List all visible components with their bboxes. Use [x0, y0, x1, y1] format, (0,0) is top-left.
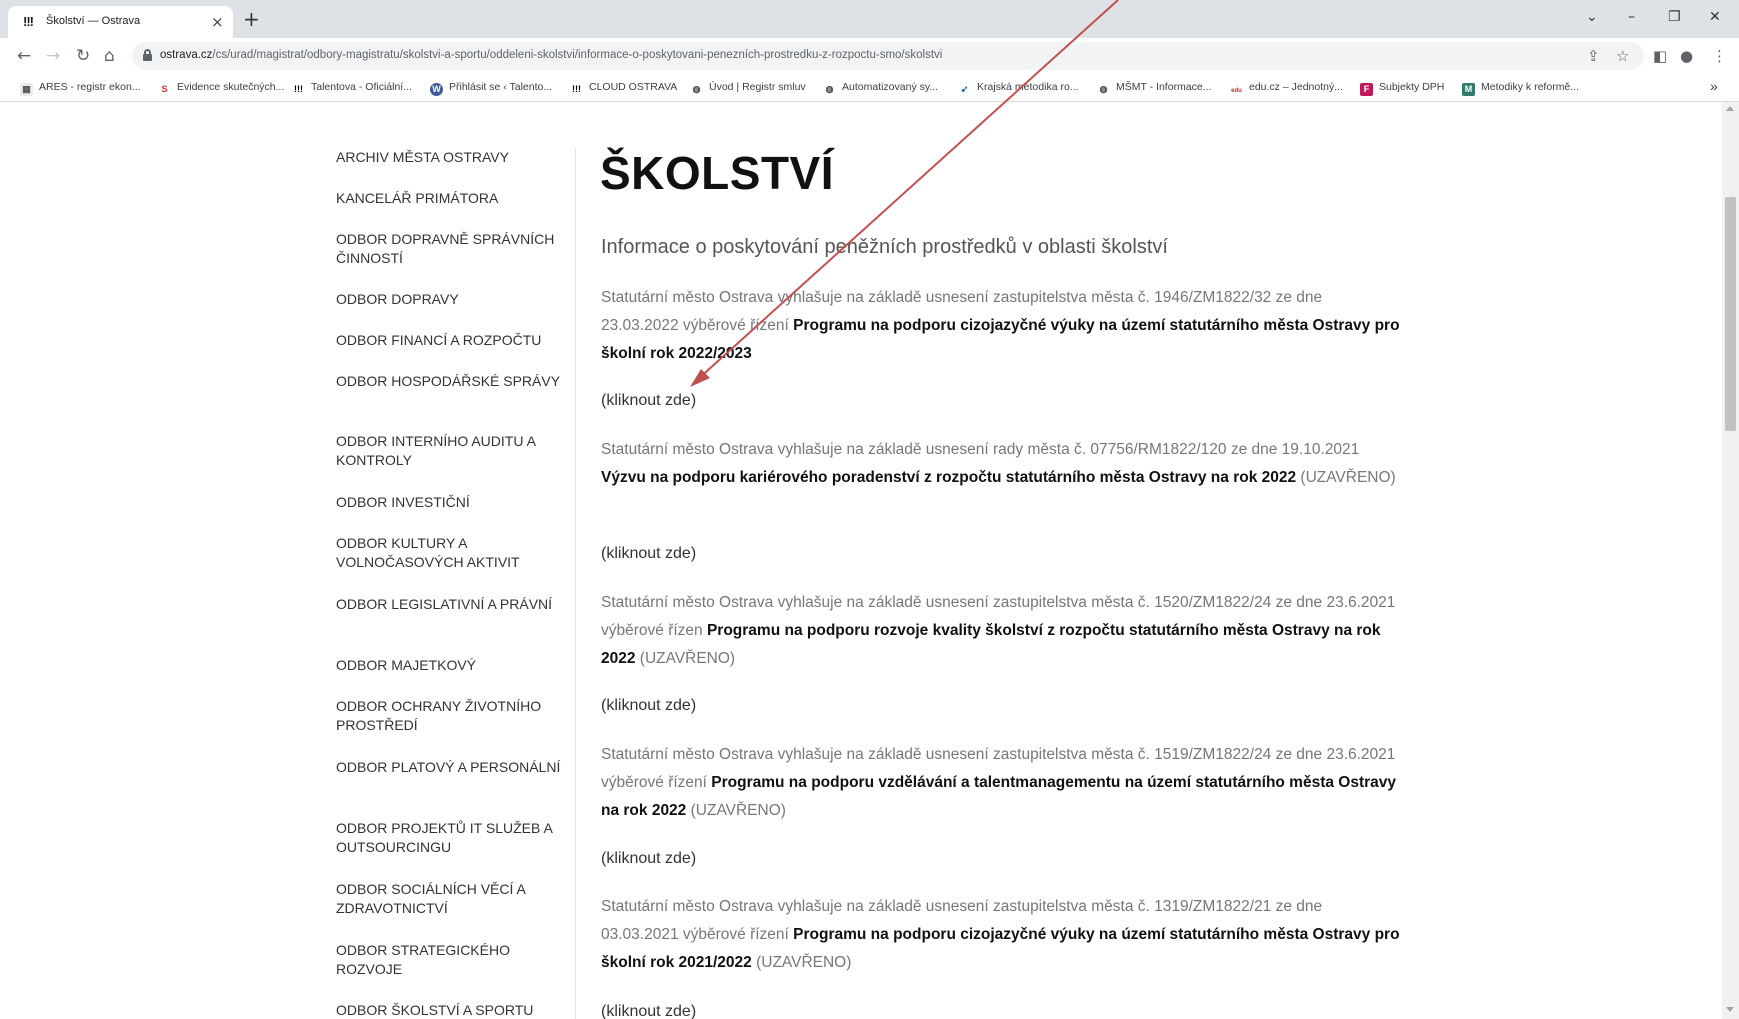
- tab-close-icon[interactable]: ×: [211, 13, 224, 31]
- bookmark-item[interactable]: ◍ Automatizovaný sy...: [823, 81, 939, 96]
- bookmark-item[interactable]: ◍ Úvod | Registr smluv: [690, 81, 806, 96]
- annotation-arrow-icon: [690, 0, 1119, 387]
- sidebar-divider: [575, 148, 576, 1019]
- ares-icon: ▦: [20, 83, 33, 96]
- entry-link[interactable]: (kliknout zde): [601, 545, 696, 563]
- sidebar-item-investicni[interactable]: ODBOR INVESTIČNÍ: [336, 493, 566, 512]
- reload-icon[interactable]: ↻: [76, 46, 90, 66]
- scroll-thumb[interactable]: [1725, 197, 1736, 431]
- scroll-up-icon[interactable]: [1726, 106, 1734, 111]
- ostrava-icon: !!!: [572, 84, 581, 94]
- sidebar-item-kultury[interactable]: ODBOR KULTURY A VOLNOČASOVÝCH AKTIVIT: [336, 534, 566, 572]
- tab-search-icon[interactable]: ⌄: [1586, 9, 1598, 25]
- bookmarks-bar: ▦ ARES - registr ekon... S Evidence skuteč…: [0, 74, 1739, 102]
- bookmark-item[interactable]: !!! CLOUD OSTRAVA: [570, 81, 677, 96]
- ostrava-icon: !!!: [294, 84, 303, 94]
- browser-tab[interactable]: !!! Školství — Ostrava ×: [8, 6, 233, 38]
- entry-text: Statutární město Ostrava vyhlašuje na zá…: [601, 893, 1401, 977]
- entry-program: Výzvu na podporu kariérového poradenství…: [601, 469, 1297, 486]
- side-panel-icon[interactable]: ◧: [1653, 47, 1667, 65]
- bookmark-item[interactable]: ◍ MŠMT - Informace...: [1097, 81, 1212, 96]
- sidebar-item-kancelar[interactable]: KANCELÁŘ PRIMÁTORA: [336, 189, 566, 208]
- bookmark-item[interactable]: S Evidence skutečných...: [158, 81, 284, 96]
- entry-link[interactable]: (kliknout zde): [601, 392, 696, 410]
- sidebar-item-financi[interactable]: ODBOR FINANCÍ A ROZPOČTU: [336, 331, 566, 350]
- url-text: ostrava.cz/cs/urad/magistrat/odbory-magi…: [160, 49, 943, 61]
- entry-text: Statutární město Ostrava vyhlašuje na zá…: [601, 589, 1401, 673]
- menu-icon[interactable]: ⋮: [1712, 47, 1727, 65]
- krajska-icon: ➹: [960, 84, 969, 94]
- sidebar-item-zivotniho[interactable]: ODBOR OCHRANY ŽIVOTNÍHO PROSTŘEDÍ: [336, 697, 566, 735]
- globe-icon: ◍: [825, 84, 834, 94]
- globe-icon: ◍: [692, 84, 701, 94]
- page-subtitle: Informace o poskytování peněžních prostř…: [601, 236, 1168, 258]
- bookmark-item[interactable]: ▦ ARES - registr ekon...: [20, 81, 141, 96]
- forward-icon[interactable]: →: [46, 46, 60, 66]
- profile-icon[interactable]: ●: [1680, 47, 1693, 65]
- tab-title: Školství — Ostrava: [46, 15, 141, 27]
- entry-link[interactable]: (kliknout zde): [601, 850, 696, 868]
- share-icon[interactable]: ⇪: [1587, 47, 1600, 65]
- sidebar-item-platovy[interactable]: ODBOR PLATOVÝ A PERSONÁLNÍ: [336, 758, 566, 777]
- entry-status: (UZAVŘENO): [751, 954, 852, 971]
- sidebar-item-dopravy[interactable]: ODBOR DOPRAVY: [336, 290, 566, 309]
- edu-icon: edu: [1231, 88, 1242, 94]
- home-icon[interactable]: ⌂: [104, 46, 115, 66]
- entry-intro: Statutární město Ostrava vyhlašuje na zá…: [601, 441, 1360, 458]
- wordpress-icon: W: [430, 83, 443, 96]
- annotation-arrow-head: [690, 369, 710, 387]
- address-bar: ← → ↻ ⌂ ostrava.cz/cs/urad/magistrat/odb…: [0, 38, 1739, 74]
- sidebar-item-dopravne-spravni[interactable]: ODBOR DOPRAVNĚ SPRÁVNÍCH ČINNOSTÍ: [336, 230, 566, 268]
- page-scrollbar[interactable]: [1722, 102, 1739, 1019]
- scroll-down-icon[interactable]: [1726, 1007, 1734, 1012]
- sidebar-item-majetkovy[interactable]: ODBOR MAJETKOVÝ: [336, 656, 566, 675]
- entry-link[interactable]: (kliknout zde): [601, 697, 696, 715]
- globe-icon: ◍: [1099, 84, 1108, 94]
- sidebar-item-auditu[interactable]: ODBOR INTERNÍHO AUDITU A KONTROLY: [336, 432, 566, 470]
- bookmark-star-icon[interactable]: ☆: [1616, 47, 1629, 65]
- sidebar-item-strategickeho[interactable]: ODBOR STRATEGICKÉHO ROZVOJE: [336, 941, 566, 979]
- minimize-icon[interactable]: –: [1628, 9, 1635, 25]
- sidebar-item-socialnich[interactable]: ODBOR SOCIÁLNÍCH VĚCÍ A ZDRAVOTNICTVÍ: [336, 880, 566, 918]
- tab-bar: !!! Školství — Ostrava × + ⌄ – ❐ ✕: [0, 0, 1739, 38]
- new-tab-icon[interactable]: +: [243, 7, 260, 31]
- entry-status: (UZAVŘENO): [1296, 469, 1396, 486]
- sidebar-item-archiv[interactable]: ARCHIV MĚSTA OSTRAVY: [336, 148, 566, 167]
- bookmark-item[interactable]: M Metodiky k reformě...: [1462, 81, 1579, 96]
- sidebar-item-skolstvi-sportu[interactable]: ODBOR ŠKOLSTVÍ A SPORTU: [336, 1001, 566, 1019]
- f-icon: F: [1360, 83, 1373, 96]
- page-title: ŠKOLSTVÍ: [600, 147, 835, 199]
- entry-status: (UZAVŘENO): [686, 802, 786, 819]
- restore-icon[interactable]: ❐: [1668, 9, 1681, 25]
- window-close-icon[interactable]: ✕: [1709, 9, 1721, 25]
- back-icon[interactable]: ←: [17, 46, 31, 66]
- m-icon: M: [1462, 83, 1475, 96]
- entry-text: Statutární město Ostrava vyhlašuje na zá…: [601, 741, 1401, 825]
- bookmark-item[interactable]: W Přihlásit se ‹ Talento...: [430, 81, 552, 96]
- sidebar-item-projektu-it[interactable]: ODBOR PROJEKTŮ IT SLUŽEB A OUTSOURCINGU: [336, 819, 566, 857]
- url-input[interactable]: ostrava.cz/cs/urad/magistrat/odbory-magi…: [132, 42, 1644, 70]
- entry-status: (UZAVŘENO): [635, 650, 736, 667]
- bookmark-item[interactable]: !!! Talentova - Oficiální...: [292, 81, 412, 96]
- entry-text: Statutární město Ostrava vyhlašuje na zá…: [601, 284, 1401, 368]
- bookmark-item[interactable]: F Subjekty DPH: [1360, 81, 1444, 96]
- s-icon: S: [161, 84, 168, 94]
- bookmarks-more-icon[interactable]: »: [1710, 78, 1718, 94]
- bookmark-item[interactable]: ➹ Krajská metodika ro...: [958, 81, 1079, 96]
- lock-icon[interactable]: [143, 49, 152, 61]
- bookmark-item[interactable]: edu edu.cz – Jednotný...: [1230, 81, 1343, 98]
- sidebar-item-legislativni[interactable]: ODBOR LEGISLATIVNÍ A PRÁVNÍ: [336, 595, 566, 614]
- entry-link[interactable]: (kliknout zde): [601, 1003, 696, 1019]
- sidebar-item-hospodarske[interactable]: ODBOR HOSPODÁŘSKÉ SPRÁVY: [336, 372, 566, 391]
- tab-favicon-icon: !!!: [23, 14, 34, 29]
- entry-text: Statutární město Ostrava vyhlašuje na zá…: [601, 436, 1401, 492]
